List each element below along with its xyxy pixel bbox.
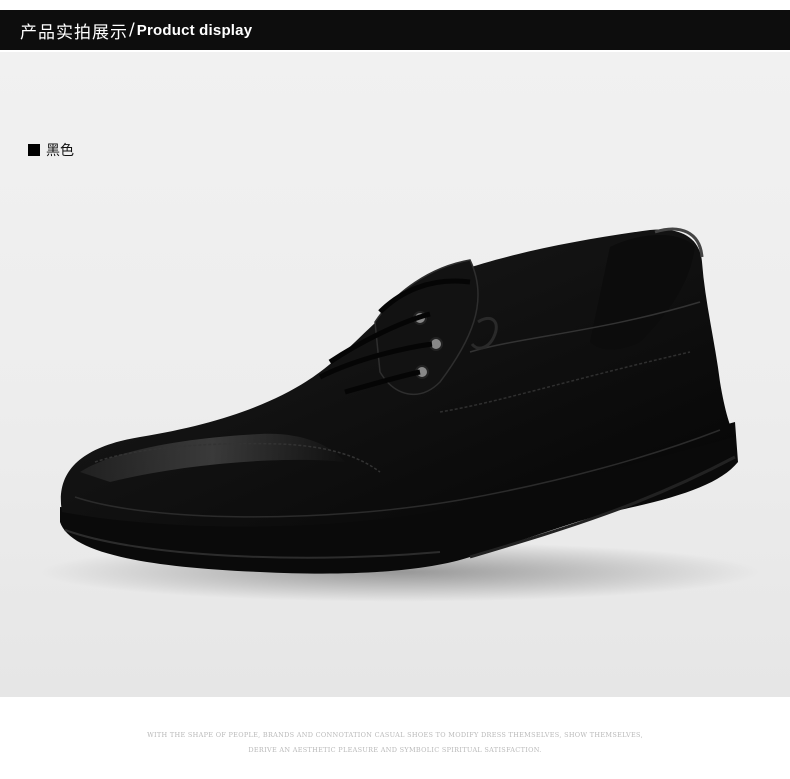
color-label-text: 黑色: [46, 143, 74, 159]
color-option: 黑色: [28, 140, 74, 160]
header-title-cn: 产品实拍展示: [20, 22, 128, 43]
shoe-product-image: [40, 227, 760, 602]
footer-slogan-line2: DERIVE AN AESTHETIC PLEASURE AND SYMBOLI…: [248, 746, 542, 754]
section-header: 产品实拍展示 / Product display: [0, 10, 790, 50]
footer-slogan-line1: WITH THE SHAPE OF PEOPLE, BRANDS AND CON…: [147, 731, 643, 739]
color-swatch: [28, 144, 40, 156]
header-title-en: Product display: [136, 21, 253, 39]
header-separator: /: [129, 20, 135, 40]
